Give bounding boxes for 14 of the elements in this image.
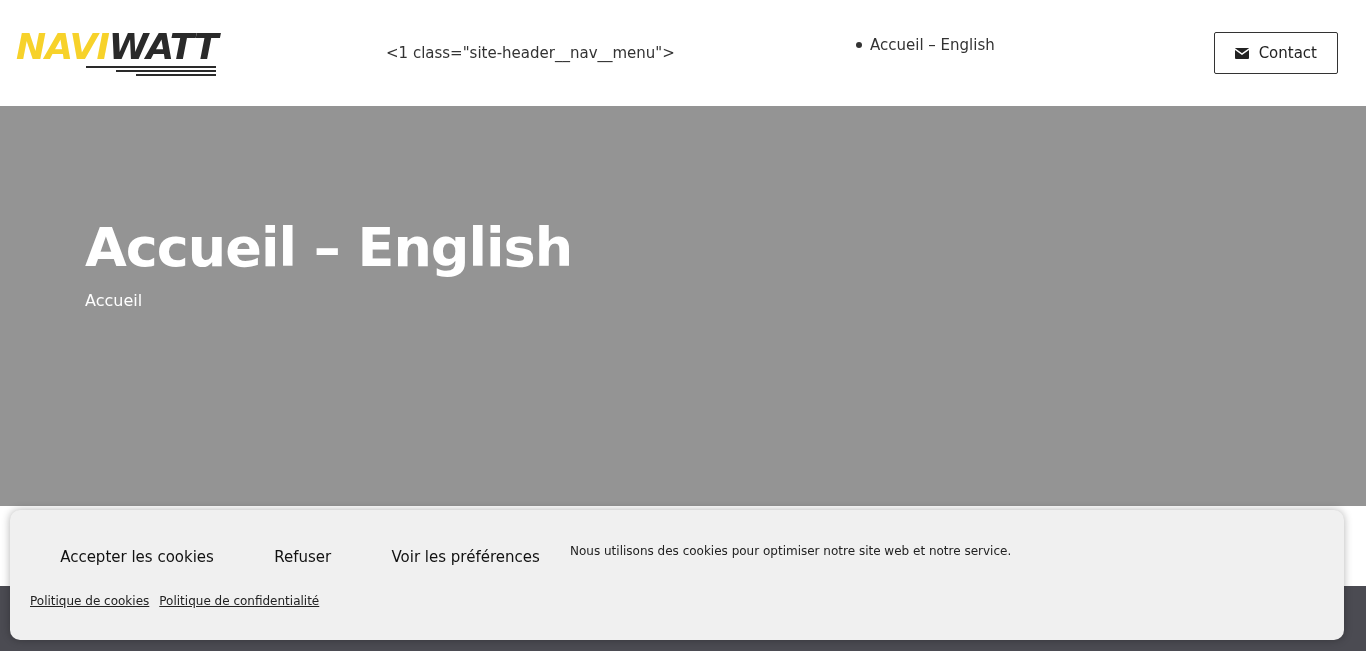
cookie-button[interactable]: Voir les préférences (379, 540, 552, 574)
contact-button[interactable]: Contact (1213, 32, 1338, 74)
cookie-message: Nous utilisons des cookies pour optimiser notre site web et notre service. (570, 543, 1013, 560)
cookie-button[interactable]: Refuser (262, 540, 344, 574)
cookie-button[interactable]: Accepter les cookies (48, 540, 226, 574)
page-title: Accueil – English (85, 216, 574, 279)
logo-text: NAVI (16, 26, 109, 67)
nav-link[interactable]: Accueil – English (870, 36, 995, 54)
speed-lines-icon (86, 65, 216, 77)
policy-link[interactable]: Politique de confidentialité (159, 594, 320, 640)
bullet-icon (856, 42, 862, 48)
nav-menu-text: <1 class="site-header__nav__menu"> (386, 44, 676, 62)
envelope-icon (1234, 47, 1249, 59)
policy-link[interactable]: Politique de cookies (30, 594, 150, 640)
